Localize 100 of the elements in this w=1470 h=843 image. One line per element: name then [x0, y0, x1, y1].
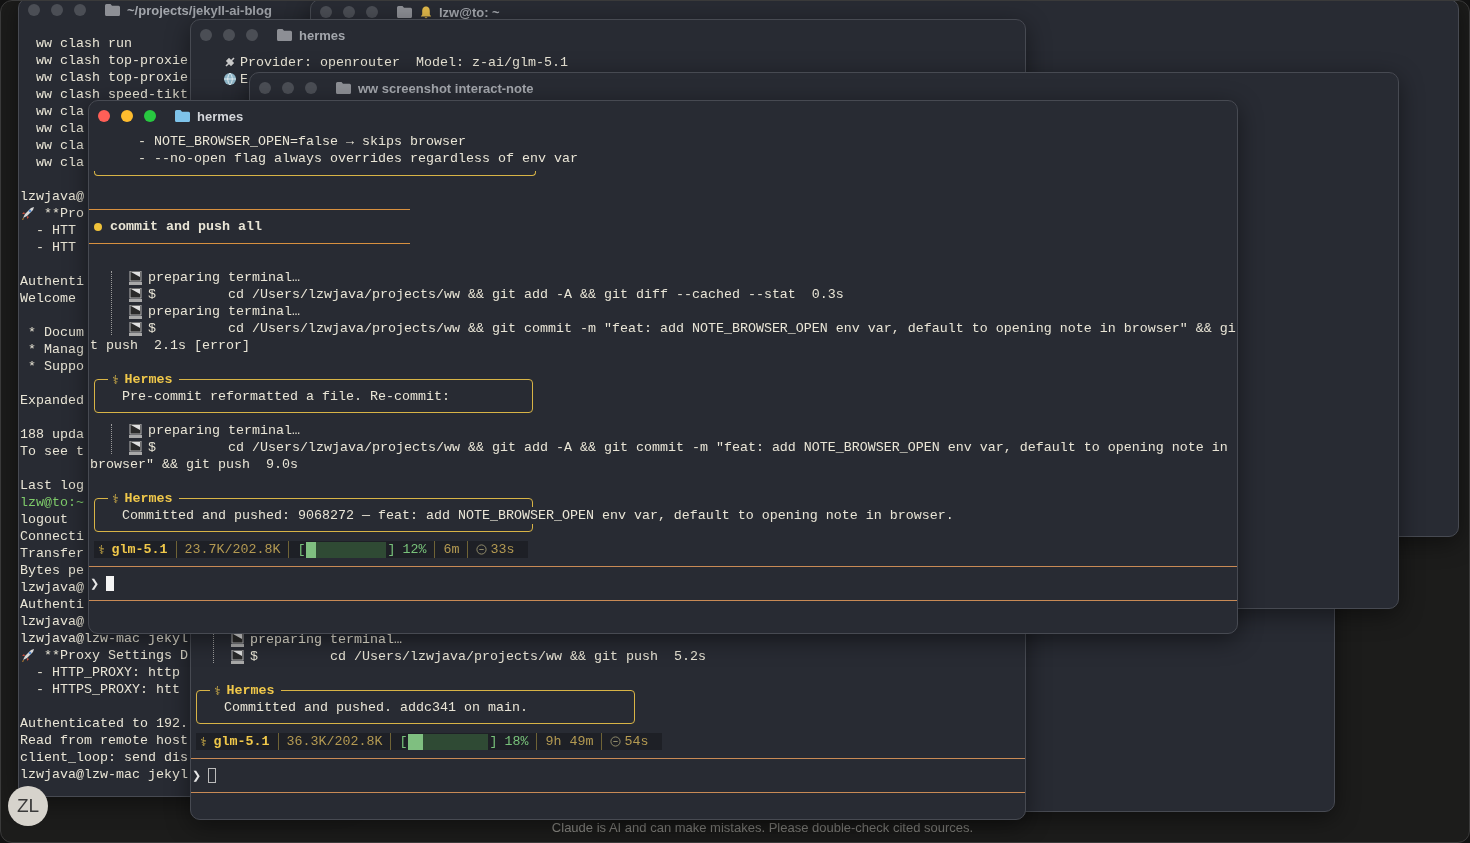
sender-label: Hermes	[226, 683, 275, 698]
terminal-line: Expanded	[20, 394, 84, 406]
terminal-line: - HTT	[35, 224, 76, 236]
caduceus-icon: ⚕	[98, 542, 105, 557]
terminal-line: lzwjava@	[20, 190, 84, 202]
terminal-line: Authenti	[20, 275, 84, 287]
prompt-caret: ❯	[90, 577, 101, 590]
message-text: Committed and pushed: 9068272 — feat: add NOTE_BROWSER_OPEN env var, default to opening note in browser.	[122, 507, 954, 524]
window-title: ww screenshot interact-note	[358, 80, 534, 96]
terminal-line: client_loop: send dis	[20, 751, 188, 763]
terminal-icon	[129, 440, 142, 455]
rocket-icon	[20, 205, 36, 221]
terminal-line: * Suppo	[27, 360, 84, 372]
terminal-icon	[129, 423, 142, 438]
folder-icon	[397, 6, 412, 18]
caduceus-icon: ⚕	[214, 683, 221, 698]
terminal-line: - NOTE_BROWSER_OPEN=false → skips browser	[137, 133, 466, 150]
timer-icon	[476, 544, 488, 555]
rocket-icon	[20, 647, 36, 663]
terminal-line: - HTTP_PROXY: http	[35, 666, 180, 678]
terminal-line: Connecti	[20, 530, 84, 542]
elapsed-time: 9h 49m	[536, 733, 602, 750]
folder-icon	[175, 110, 190, 122]
folder-icon	[336, 82, 351, 94]
timer-icon	[610, 736, 622, 747]
terminal-line: lzwjava@	[20, 581, 84, 593]
progress-text: preparing terminal…	[148, 303, 300, 320]
caduceus-icon: ⚕	[112, 491, 119, 506]
terminal-line: ww clash run	[35, 37, 132, 49]
terminal-line: **Pro	[44, 207, 84, 219]
percent-text: 12%	[402, 541, 427, 558]
close-button[interactable]	[98, 110, 110, 122]
zoom-button[interactable]	[144, 110, 156, 122]
terminal-line: logout	[20, 513, 68, 525]
task-title: commit and push all	[110, 218, 262, 235]
folder-icon	[277, 29, 292, 41]
terminal-line: ww cla	[35, 156, 84, 168]
terminal-line: E	[240, 70, 248, 88]
terminal-line: Authenti	[20, 598, 84, 610]
sender-label: Hermes	[124, 372, 173, 387]
terminal-line: ww clash top-proxie	[35, 71, 188, 83]
window-title: hermes	[197, 108, 244, 124]
progress-text: preparing terminal…	[148, 422, 300, 439]
progress-text: preparing terminal…	[148, 269, 300, 286]
bracket: ]	[387, 541, 396, 558]
terminal-line: Transfer	[20, 547, 84, 559]
bracket: [	[297, 541, 306, 558]
terminal-icon	[129, 321, 142, 336]
bracket: [	[399, 733, 408, 750]
sender-label: Hermes	[124, 491, 173, 506]
caduceus-icon: ⚕	[112, 372, 119, 387]
prompt-symbol: $	[148, 320, 157, 337]
user-avatar[interactable]: ZL	[8, 786, 48, 826]
caduceus-icon: ⚕	[200, 734, 207, 749]
terminal-line: ww cla	[35, 122, 84, 134]
terminal-line: lzwjava@	[20, 615, 84, 627]
terminal-line: ww clash top-proxie	[35, 54, 188, 66]
window-title: lzw@to: ~	[439, 4, 500, 20]
percent-text: 18%	[504, 733, 529, 750]
terminal-line: - HTTPS_PROXY: htt	[35, 683, 180, 695]
terminal-line: 188 upda	[20, 428, 84, 440]
terminal-line: To see t	[20, 445, 84, 457]
globe-icon	[223, 72, 237, 86]
terminal-line: * Docum	[27, 326, 84, 338]
terminal-line: Authenticated to 192.	[20, 717, 188, 729]
prompt-symbol: $	[250, 648, 259, 665]
command-input[interactable]: ❯	[90, 575, 1237, 592]
terminal-line: Welcome	[20, 292, 76, 304]
window-title: hermes	[299, 27, 346, 43]
folder-icon	[105, 4, 120, 16]
terminal-line: * Manag	[27, 343, 84, 355]
prompt-caret: ❯	[192, 769, 203, 782]
model-name: glm-5.1	[213, 733, 270, 750]
terminal-icon	[231, 649, 244, 664]
terminal-line: lzw@to:~	[20, 496, 84, 508]
command-input[interactable]: ❯	[192, 767, 1025, 784]
bracket: ]	[489, 733, 498, 750]
command-text: cd /Users/lzwjava/projects/ww && git add -A && git diff --cached --stat 0.3s	[228, 286, 844, 303]
terminal-line: Bytes pe	[20, 564, 84, 576]
terminal-line: - --no-open flag always overrides regardless of env var	[137, 150, 578, 167]
prompt-symbol: $	[148, 286, 157, 303]
message-text: Committed and pushed. addc341 on main.	[224, 699, 528, 716]
minimize-button[interactable]	[121, 110, 133, 122]
plug-icon	[223, 55, 237, 69]
terminal-line: lzwjava@lzw-mac jekyl	[20, 768, 188, 780]
command-text: cd /Users/lzwjava/projects/ww && git push 5.2s	[330, 648, 706, 665]
terminal-line: ww cla	[35, 105, 84, 117]
terminal-line: ww cla	[35, 139, 84, 151]
token-count: 36.3K/202.8K	[277, 733, 391, 750]
terminal-icon	[129, 270, 142, 285]
bullet-icon	[94, 222, 102, 231]
terminal-line: Provider: openrouter Model: z-ai/glm-5.1	[240, 53, 568, 71]
command-text: cd /Users/lzwjava/projects/ww && git add -A && git commit -m "feat: add NOTE_BROWSER_OPEN env var, default to opening note in	[228, 439, 1228, 456]
terminal-line: ww clash speed-tikt	[35, 88, 188, 100]
disclaimer-text: Claude is AI and can make mistakes. Please double-check cited sources.	[551, 819, 974, 835]
prompt-symbol: $	[148, 439, 157, 456]
command-text: cd /Users/lzwjava/projects/ww && git commit -m "feat: add NOTE_BROWSER_OPEN env var, default to opening note in browser" && gi	[228, 320, 1236, 337]
token-count: 23.7K/202.8K	[175, 541, 289, 558]
model-name: glm-5.1	[111, 541, 168, 558]
timer-text: 33s	[490, 541, 515, 558]
